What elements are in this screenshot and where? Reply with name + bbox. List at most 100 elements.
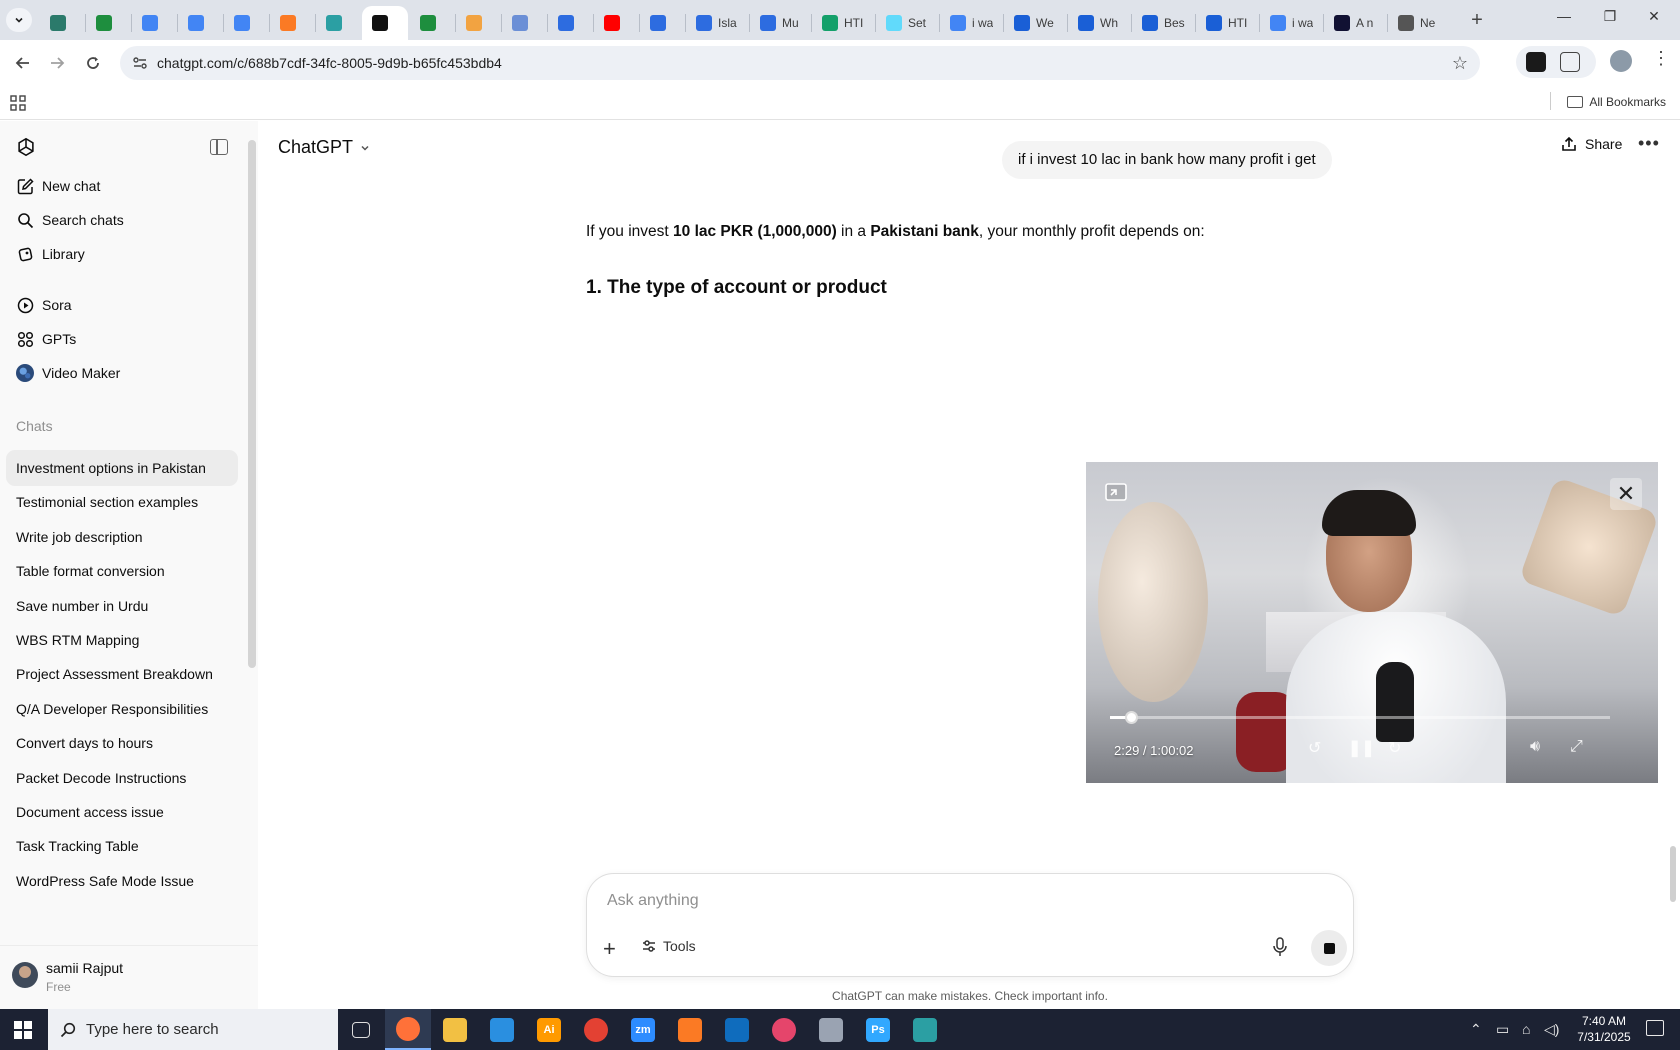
font-extension-icon[interactable] (1526, 52, 1546, 72)
back-to-tab-icon[interactable] (1102, 480, 1130, 504)
sidebar-item-gpts[interactable]: GPTs (8, 321, 240, 357)
taskbar-app[interactable]: zm (620, 1009, 666, 1050)
taskbar-app[interactable] (338, 1009, 384, 1050)
taskbar-app[interactable] (385, 1009, 431, 1050)
taskbar-app[interactable]: Ai (526, 1009, 572, 1050)
apps-grid-icon[interactable] (10, 95, 26, 111)
forward-icon[interactable]: ↻ (1388, 738, 1401, 758)
rewind-icon[interactable]: ↺ (1308, 738, 1321, 758)
chat-history-item[interactable]: Q/A Developer Responsibilities (6, 691, 238, 727)
taskbar-app[interactable] (761, 1009, 807, 1050)
taskbar-search-box[interactable]: Type here to search (48, 1009, 338, 1050)
network-icon[interactable]: ⌂ (1522, 1021, 1530, 1037)
browser-tab[interactable]: Ne (1388, 6, 1450, 40)
chat-history-item[interactable]: Task Tracking Table (6, 828, 238, 864)
all-bookmarks-button[interactable]: All Bookmarks (1567, 95, 1666, 109)
close-window-button[interactable]: ✕ (1634, 8, 1674, 25)
browser-tab[interactable] (502, 6, 546, 40)
browser-tab[interactable] (410, 6, 454, 40)
chat-history-item[interactable]: Testimonial section examples (6, 484, 238, 520)
stop-generating-button[interactable] (1311, 930, 1347, 966)
extensions-puzzle-icon[interactable] (1560, 52, 1580, 72)
minimize-button[interactable]: — (1544, 8, 1584, 24)
share-button[interactable]: Share (1561, 136, 1622, 152)
browser-tab[interactable]: Mu (750, 6, 812, 40)
browser-menu-icon[interactable]: ⋮ (1652, 48, 1670, 69)
attach-plus-icon[interactable]: + (603, 938, 616, 960)
browser-tab[interactable] (456, 6, 500, 40)
taskbar-app[interactable]: Ps (855, 1009, 901, 1050)
close-video-icon[interactable]: ✕ (1610, 478, 1642, 510)
browser-tab[interactable]: We (1004, 6, 1066, 40)
browser-tab[interactable]: i wa (1260, 6, 1322, 40)
sidebar-item-new-chat[interactable]: New chat (8, 168, 240, 204)
forward-button[interactable] (44, 50, 70, 76)
chat-history-item[interactable]: WBS RTM Mapping (6, 622, 238, 658)
browser-tab[interactable]: Bes (1132, 6, 1194, 40)
taskbar-app[interactable] (479, 1009, 525, 1050)
chat-history-item[interactable]: Table format conversion (6, 553, 238, 589)
browser-tab[interactable]: HTI (1196, 6, 1258, 40)
browser-tab[interactable] (548, 6, 592, 40)
openai-logo-icon[interactable] (15, 136, 37, 158)
sidebar-item-video-maker[interactable]: Video Maker (8, 355, 240, 391)
browser-tab[interactable] (362, 6, 408, 40)
browser-tab[interactable] (224, 6, 268, 40)
taskbar-app[interactable] (667, 1009, 713, 1050)
chat-history-item[interactable]: Write job description (6, 519, 238, 555)
browser-tab[interactable] (86, 6, 130, 40)
browser-tab[interactable]: i wa (940, 6, 1002, 40)
notifications-icon[interactable] (1646, 1020, 1664, 1036)
sidebar-item-search-chats[interactable]: Search chats (8, 202, 240, 238)
browser-tab[interactable]: HTI (812, 6, 874, 40)
new-tab-button[interactable]: + (1466, 9, 1488, 31)
model-selector[interactable]: ChatGPT (278, 137, 371, 158)
chat-history-item[interactable]: WordPress Safe Mode Issue (6, 863, 238, 899)
pause-icon[interactable]: ❚❚ (1348, 738, 1375, 758)
restore-button[interactable]: ❐ (1590, 8, 1630, 25)
reload-button[interactable] (80, 50, 106, 76)
taskbar-app[interactable] (432, 1009, 478, 1050)
tab-search-button[interactable] (6, 8, 32, 32)
profile-avatar[interactable] (1610, 50, 1632, 72)
browser-tab[interactable] (132, 6, 176, 40)
browser-tab[interactable] (640, 6, 684, 40)
taskbar-app[interactable] (714, 1009, 760, 1050)
volume-icon[interactable]: 🔊︎ (1530, 738, 1540, 756)
tools-button[interactable]: Tools (641, 938, 696, 954)
video-progress-knob[interactable] (1125, 711, 1138, 724)
chat-history-item[interactable]: Investment options in Pakistan (6, 450, 238, 486)
volume-tray-icon[interactable]: ◁) (1544, 1021, 1559, 1038)
browser-tab[interactable] (40, 6, 84, 40)
chat-history-item[interactable]: Document access issue (6, 794, 238, 830)
floating-video-player[interactable]: ✕ 2:29 / 1:00:02 ↺ ❚❚ ↻ 🔊︎ ⤢ (1086, 462, 1658, 783)
address-bar[interactable]: chatgpt.com/c/688b7cdf-34fc-8005-9d9b-b6… (120, 46, 1480, 80)
chat-history-item[interactable]: Packet Decode Instructions (6, 760, 238, 796)
windows-start-icon[interactable] (14, 1021, 32, 1039)
browser-tab[interactable]: A n (1324, 6, 1386, 40)
sidebar-scrollbar[interactable] (248, 140, 256, 668)
microphone-icon[interactable] (1272, 937, 1288, 957)
chat-history-item[interactable]: Convert days to hours (6, 725, 238, 761)
taskbar-clock[interactable]: 7:40 AM 7/31/2025 (1560, 1013, 1648, 1045)
fullscreen-icon[interactable]: ⤢ (1570, 738, 1583, 756)
sidebar-item-library[interactable]: Library (8, 236, 240, 272)
sidebar-item-sora[interactable]: Sora (8, 287, 240, 323)
video-progress-bar[interactable] (1110, 711, 1610, 724)
browser-tab[interactable]: Wh (1068, 6, 1130, 40)
chat-history-item[interactable]: Save number in Urdu (6, 588, 238, 624)
taskbar-app[interactable] (573, 1009, 619, 1050)
taskbar-app[interactable] (902, 1009, 948, 1050)
main-scrollbar[interactable] (1670, 846, 1676, 902)
browser-tab[interactable]: Isla (686, 6, 748, 40)
show-hidden-icons-icon[interactable]: ⌃ (1470, 1021, 1482, 1038)
sidebar-toggle-icon[interactable] (210, 139, 228, 155)
user-account-button[interactable]: samii Rajput Free (0, 945, 258, 1009)
chat-history-item[interactable]: Project Assessment Breakdown (6, 656, 238, 692)
more-options-icon[interactable]: ••• (1638, 133, 1660, 154)
browser-tab[interactable] (316, 6, 360, 40)
bookmark-star-icon[interactable]: ☆ (1452, 53, 1468, 74)
back-button[interactable] (10, 50, 36, 76)
message-input[interactable] (607, 892, 1307, 910)
browser-tab[interactable] (594, 6, 638, 40)
